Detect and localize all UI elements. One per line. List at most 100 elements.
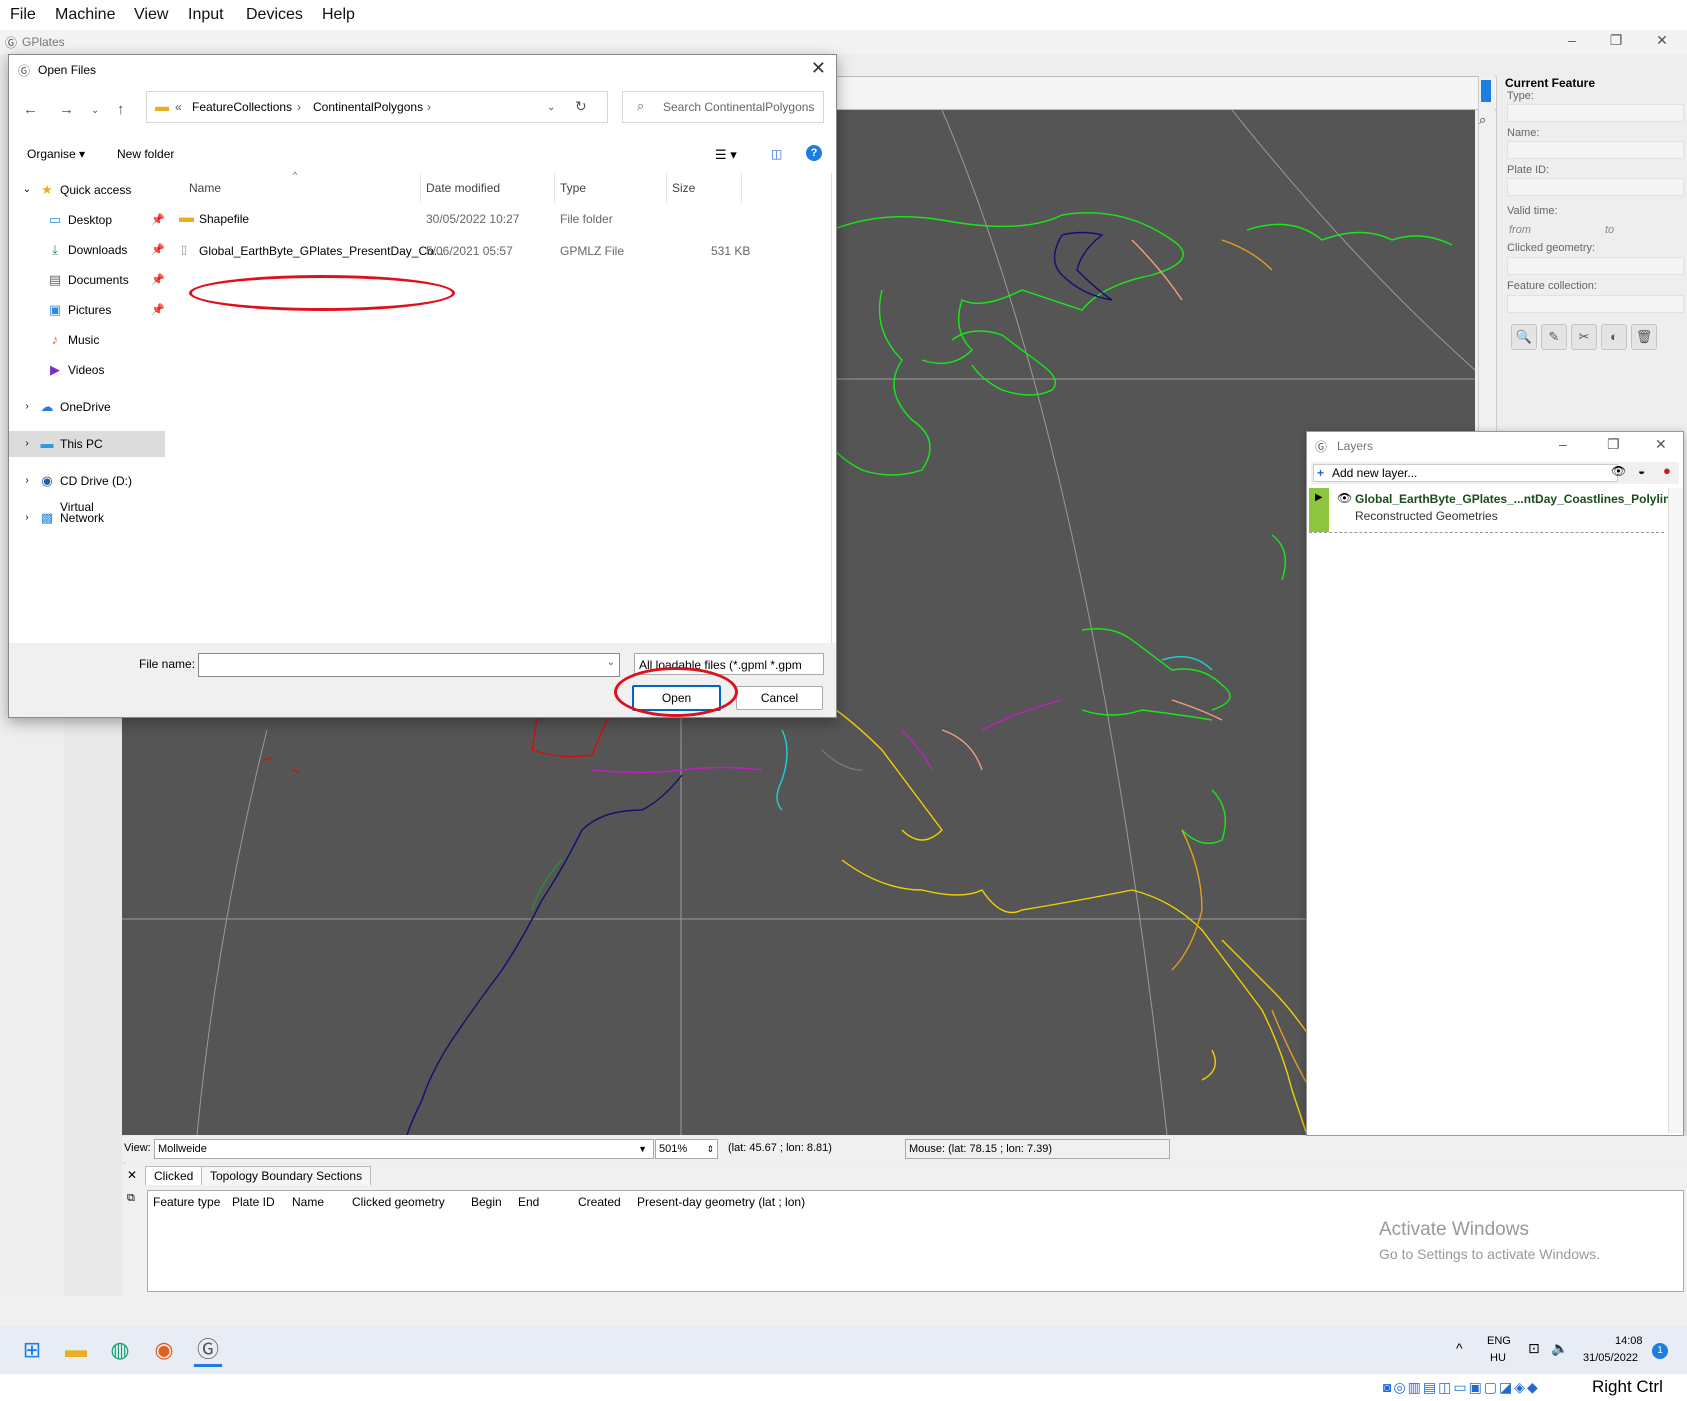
clock-date[interactable]: 31/05/2022 — [1583, 1352, 1638, 1364]
nav-documents[interactable]: ▤ Documents 📌 — [9, 267, 165, 293]
new-folder-button[interactable]: New folder — [117, 147, 174, 161]
delete-feature-icon[interactable]: 🗑 — [1631, 324, 1657, 350]
search-icon: ⌕ — [637, 98, 645, 113]
layers-close-button[interactable]: ✕ — [1655, 436, 1667, 453]
nav-quick-access[interactable]: ⌄ ★ Quick access — [9, 177, 165, 203]
projection-select[interactable]: Mollweide ▼ — [154, 1139, 654, 1159]
column-type[interactable]: Type — [560, 181, 586, 195]
breadcrumb-continentalpolygons[interactable]: ContinentalPolygons — [313, 100, 423, 114]
clock-time[interactable]: 14:08 — [1615, 1335, 1643, 1347]
cancel-button[interactable]: Cancel — [736, 686, 823, 710]
back-arrow-icon[interactable]: ← — [23, 101, 38, 118]
layers-maximize-button[interactable]: ❐ — [1607, 436, 1620, 453]
search-input[interactable]: ⌕ Search ContinentalPolygons — [622, 91, 824, 123]
nav-onedrive[interactable]: › ☁ OneDrive — [9, 394, 165, 420]
vm-menu-file[interactable]: File — [10, 6, 36, 24]
column-header[interactable]: End — [518, 1195, 539, 1209]
file-name-label: File name: — [139, 657, 196, 671]
nav-label: Quick access — [60, 183, 132, 197]
zoom-spinbox[interactable]: 501% ⇕ — [655, 1139, 718, 1159]
vm-menu-view[interactable]: View — [134, 6, 168, 24]
nav-pictures[interactable]: ▣ Pictures 📌 — [9, 297, 165, 323]
recent-locations-chevron-icon[interactable]: ⌄ — [91, 105, 99, 116]
keyboard-layout[interactable]: HU — [1490, 1352, 1506, 1364]
clicked-features-table: Feature type Plate ID Name Clicked geome… — [147, 1190, 1684, 1292]
preview-pane-icon[interactable]: ◫ — [771, 147, 782, 161]
globe-tool-icon[interactable]: ◐ — [1601, 324, 1627, 350]
column-header[interactable]: Begin — [471, 1195, 502, 1209]
tab-topology-boundary-sections[interactable]: Topology Boundary Sections — [201, 1166, 372, 1185]
column-name[interactable]: Name — [189, 181, 221, 195]
feature-collection-field — [1507, 295, 1684, 313]
address-overflow[interactable]: « — [175, 100, 182, 114]
vm-menu-devices[interactable]: Devices — [246, 6, 303, 24]
nav-downloads[interactable]: ⤓ Downloads 📌 — [9, 237, 165, 263]
file-explorer-icon[interactable]: ▬ — [62, 1336, 90, 1364]
query-feature-icon[interactable]: 🔍 — [1511, 324, 1537, 350]
layers-minimize-button[interactable]: – — [1559, 436, 1567, 452]
windows-start-icon[interactable]: ⊞ — [18, 1336, 46, 1364]
notification-badge[interactable]: 1 — [1652, 1343, 1668, 1359]
visibility-eye-icon[interactable]: 👁 — [1337, 491, 1352, 505]
file-row-gpmlz[interactable]: ▯ Global_EarthByte_GPlates_PresentDay_Co… — [179, 237, 819, 265]
column-header[interactable]: Feature type — [153, 1195, 220, 1209]
minimize-button[interactable]: – — [1552, 32, 1592, 52]
nav-videos[interactable]: ▶ Videos — [9, 357, 165, 383]
maximize-button[interactable]: ❐ — [1596, 32, 1636, 52]
breadcrumb-featurecollections[interactable]: FeatureCollections — [192, 100, 292, 114]
nav-music[interactable]: ♪ Music — [9, 327, 165, 353]
network-icon[interactable]: ⊡ — [1528, 1340, 1540, 1357]
address-bar[interactable]: ▬ « FeatureCollections › ContinentalPoly… — [146, 91, 608, 123]
float-panel-icon[interactable]: ⧉ — [127, 1192, 135, 1205]
dialog-scrollbar[interactable] — [831, 173, 832, 643]
scroll-thumb[interactable] — [1481, 80, 1491, 102]
column-size[interactable]: Size — [672, 181, 695, 195]
show-all-icon[interactable]: 👁 — [1611, 464, 1626, 478]
firefox-icon[interactable]: ◉ — [150, 1336, 178, 1364]
desktop-icon: ▭ — [48, 212, 62, 227]
organise-menu-button[interactable]: Organise ▾ — [27, 147, 85, 161]
file-name-input[interactable]: ⌄ — [198, 653, 620, 677]
edge-icon[interactable]: ◍ — [106, 1336, 134, 1364]
nav-network[interactable]: › ▩ Network — [9, 505, 165, 531]
vm-menu-help[interactable]: Help — [322, 6, 355, 24]
hide-all-icon[interactable]: ◒ — [1638, 464, 1645, 478]
add-new-layer-button[interactable]: + Add new layer... — [1313, 464, 1618, 482]
column-header[interactable]: Created — [578, 1195, 621, 1209]
up-arrow-icon[interactable]: ↑ — [117, 101, 125, 118]
file-row-shapefile[interactable]: ▬ Shapefile 30/05/2022 10:27 File folder — [179, 205, 819, 233]
vm-device-icons[interactable]: ◙◎▥▤◫▭▣▢◪◈◆ — [1383, 1379, 1540, 1396]
gplates-taskbar-icon[interactable]: Ⓖ — [194, 1336, 222, 1367]
clone-geometry-icon[interactable]: ✂ — [1571, 324, 1597, 350]
column-header[interactable]: Name — [292, 1195, 324, 1209]
vm-menu-machine[interactable]: Machine — [55, 6, 115, 24]
tab-clicked[interactable]: Clicked — [145, 1166, 203, 1185]
layers-scrollbar[interactable] — [1668, 488, 1683, 1133]
dialog-close-button[interactable]: ✕ — [811, 58, 826, 79]
nav-cd-drive[interactable]: › ◉ CD Drive (D:) Virtual — [9, 468, 165, 514]
nav-desktop[interactable]: ▭ Desktop 📌 — [9, 207, 165, 233]
view-options-icon[interactable]: ☰ ▾ — [715, 147, 737, 163]
edit-feature-icon[interactable]: ✎ — [1541, 324, 1567, 350]
close-panel-icon[interactable]: ✕ — [127, 1168, 137, 1182]
language-code[interactable]: ENG — [1487, 1335, 1511, 1347]
help-icon[interactable]: ? — [806, 145, 822, 161]
column-header[interactable]: Clicked geometry — [352, 1195, 445, 1209]
nav-this-pc[interactable]: › ▬ This PC — [9, 431, 165, 457]
column-header[interactable]: Plate ID — [232, 1195, 275, 1209]
close-button[interactable]: ✕ — [1642, 32, 1682, 52]
layer-row[interactable]: ▶ 👁 Global_EarthByte_GPlates_...ntDay_Co… — [1309, 488, 1677, 533]
volume-icon[interactable]: 🔈 — [1551, 1340, 1568, 1357]
show-hidden-icons-chevron-icon[interactable]: ^ — [1456, 1340, 1463, 1356]
column-date-modified[interactable]: Date modified — [426, 181, 500, 195]
vm-menu-input[interactable]: Input — [188, 6, 224, 24]
refresh-icon[interactable]: ↻ — [575, 98, 587, 115]
dialog-title: Open Files — [38, 63, 97, 77]
zoom-icon[interactable]: ⌕ — [1479, 112, 1486, 128]
address-dropdown-icon[interactable]: ⌄ — [547, 102, 555, 113]
column-header[interactable]: Present-day geometry (lat ; lon) — [637, 1195, 805, 1209]
current-feature-heading: Current Feature — [1505, 76, 1596, 90]
forward-arrow-icon[interactable]: → — [59, 101, 74, 118]
expand-layer-icon[interactable]: ▶ — [1315, 492, 1323, 503]
colour-palette-icon[interactable]: ● — [1663, 463, 1671, 478]
